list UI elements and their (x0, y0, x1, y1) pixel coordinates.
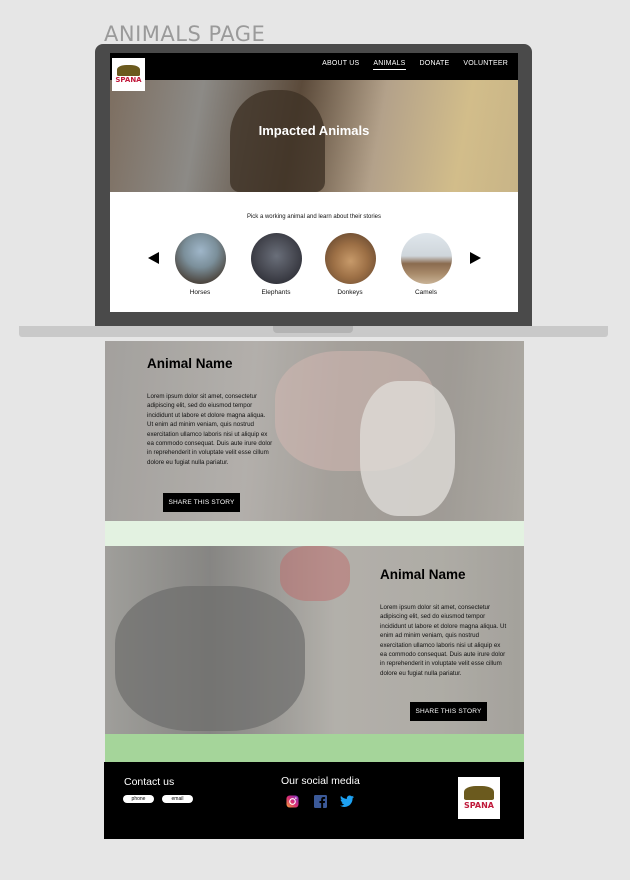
animal-option-camels[interactable]: Camels (396, 233, 456, 296)
nav-item-donate[interactable]: DONATE (420, 60, 450, 70)
twitter-icon[interactable] (339, 795, 355, 808)
horses-photo (174, 233, 226, 284)
laptop-screen: ABOUT US ANIMALS DONATE VOLUNTEER Impact… (110, 53, 518, 312)
animal-label: Donkeys (337, 289, 363, 296)
camel-logo-icon (464, 785, 494, 801)
animal-option-donkeys[interactable]: Donkeys (320, 233, 380, 296)
share-story-button[interactable]: SHARE THIS STORY (163, 493, 240, 512)
footer-logo[interactable]: SPANA (458, 777, 500, 819)
story-title: Animal Name (380, 567, 466, 582)
email-button[interactable]: email (162, 795, 193, 803)
picker-prompt: Pick a working animal and learn about th… (246, 214, 382, 220)
hero-donkey-image (230, 90, 325, 192)
animal-label: Camels (414, 289, 438, 296)
footer: Contact us phone email Our social media … (104, 762, 524, 839)
facebook-icon[interactable] (314, 795, 327, 808)
nav-item-volunteer[interactable]: VOLUNTEER (463, 60, 508, 70)
animal-label: Horses (189, 289, 211, 296)
section-divider (105, 521, 524, 546)
page-label: ANIMALS PAGE (104, 22, 266, 46)
animal-option-horses[interactable]: Horses (170, 233, 230, 296)
instagram-icon[interactable] (286, 795, 299, 808)
section-divider-green (105, 734, 524, 762)
phone-button[interactable]: phone (123, 795, 154, 803)
share-story-button[interactable]: SHARE THIS STORY (410, 702, 487, 721)
navbar: ABOUT US ANIMALS DONATE VOLUNTEER (110, 53, 518, 80)
hero-banner: Impacted Animals (110, 80, 518, 192)
spana-logo[interactable]: SPANA (112, 58, 145, 91)
nav-item-animals[interactable]: ANIMALS (373, 60, 406, 70)
nav-menu: ABOUT US ANIMALS DONATE VOLUNTEER (322, 60, 508, 70)
nav-item-about-us[interactable]: ABOUT US (322, 60, 359, 70)
animal-option-elephants[interactable]: Elephants (246, 233, 306, 296)
story-title: Animal Name (147, 356, 233, 371)
carousel-prev-icon[interactable] (148, 252, 159, 264)
social-title: Our social media (281, 775, 360, 787)
contact-title: Contact us (124, 776, 175, 788)
logo-text: SPANA (464, 801, 494, 811)
story-body: Lorem ipsum dolor sit amet, consectetur … (147, 393, 273, 466)
logo-text: SPANA (115, 76, 142, 85)
animal-label: Elephants (261, 289, 291, 296)
carousel-next-icon[interactable] (470, 252, 481, 264)
hero-title: Impacted Animals (258, 123, 370, 138)
story-section-2: Animal Name Lorem ipsum dolor sit amet, … (105, 546, 524, 734)
story-body: Lorem ipsum dolor sit amet, consectetur … (380, 604, 507, 677)
camel-logo-icon (116, 64, 141, 77)
story-section-1: Animal Name Lorem ipsum dolor sit amet, … (105, 341, 524, 521)
elephants-photo (250, 233, 302, 284)
laptop-notch (273, 326, 353, 333)
camels-photo (400, 233, 452, 284)
donkeys-photo (324, 233, 376, 284)
